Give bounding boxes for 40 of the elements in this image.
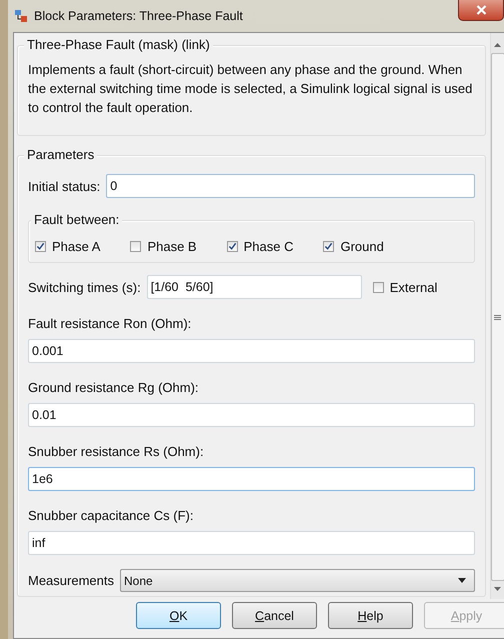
checkbox[interactable] xyxy=(35,241,46,252)
input-field[interactable]: 0 xyxy=(106,174,475,198)
group-title: Fault between: xyxy=(31,212,122,227)
field-label: Snubber resistance Rs (Ohm): xyxy=(28,444,205,459)
checkbox-label: Phase A xyxy=(52,239,100,254)
checkbox[interactable] xyxy=(130,241,142,252)
window-title: Block Parameters: Three-Phase Fault xyxy=(34,9,243,23)
close-button[interactable] xyxy=(458,0,504,21)
input-field[interactable]: [1/60 5/60] xyxy=(146,275,362,299)
input-field[interactable]: inf xyxy=(28,531,475,555)
dialog-button[interactable]: Help xyxy=(328,602,413,629)
field-label: Snubber capacitance Cs (F): xyxy=(28,508,194,523)
checkbox-label: Phase B xyxy=(147,239,197,254)
checkbox-label: Phase C xyxy=(244,239,294,254)
input-field[interactable]: 0.01 xyxy=(28,403,475,427)
checkbox-label: External xyxy=(390,280,438,294)
input-field[interactable]: 0.001 xyxy=(28,339,475,363)
checkbox[interactable] xyxy=(372,282,384,292)
description-text: Implements a fault (short-circuit) between any phase and the ground. When the external switching time mode is selected, a Simulink logical signal is used to control the fault operation. xyxy=(28,61,474,117)
checkbox-label: Ground xyxy=(340,239,384,254)
checkbox[interactable] xyxy=(226,241,238,252)
dialog-button: Apply xyxy=(424,602,504,629)
dialog-button[interactable]: Cancel xyxy=(232,602,317,629)
field-label: Ground resistance Rg (Ohm): xyxy=(28,380,200,395)
dialog-button[interactable]: OK xyxy=(136,602,221,629)
dropdown-arrow-icon xyxy=(458,578,466,583)
grip-icon xyxy=(494,314,501,320)
field-label: Initial status: xyxy=(28,178,100,194)
close-icon xyxy=(476,5,486,15)
input-field[interactable]: 1e6 xyxy=(28,467,475,491)
dropdown[interactable]: None xyxy=(120,569,475,592)
field-label: Switching times (s): xyxy=(28,280,141,294)
window-icon xyxy=(14,9,28,23)
field-label: Fault resistance Ron (Ohm): xyxy=(28,316,192,331)
field-label: Measurements xyxy=(28,573,114,588)
group-title: Parameters xyxy=(24,147,98,162)
scroll-down-icon[interactable] xyxy=(494,587,501,591)
checkbox[interactable] xyxy=(323,241,334,252)
group-title: Three-Phase Fault (mask) (link) xyxy=(24,37,213,52)
scroll-up-icon[interactable] xyxy=(494,43,501,47)
